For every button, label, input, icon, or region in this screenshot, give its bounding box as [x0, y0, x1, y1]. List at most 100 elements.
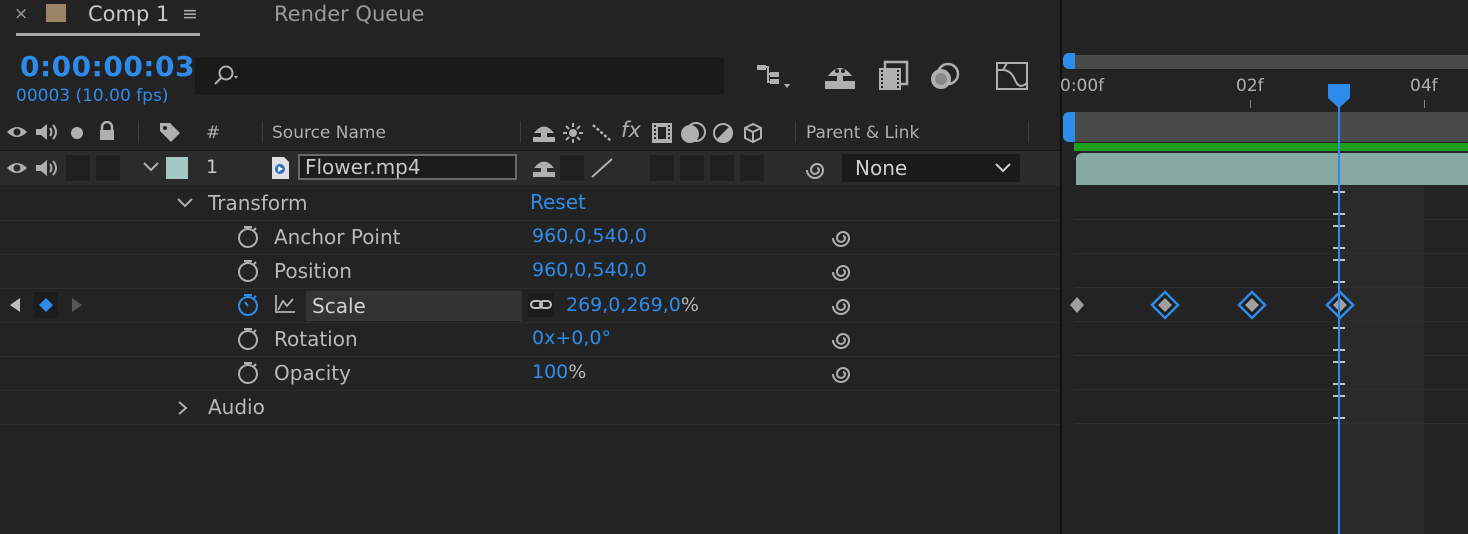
- tab-bar: × Comp 1 ≡ Render Queue: [0, 0, 1060, 38]
- column-number[interactable]: #: [206, 123, 220, 143]
- next-keyframe-arrow-icon[interactable]: [70, 297, 84, 313]
- timeline-row-divider: [1074, 389, 1468, 390]
- column-parent-link[interactable]: Parent & Link: [806, 123, 919, 143]
- quality-icon[interactable]: [591, 123, 613, 143]
- motion-blur-switch-icon[interactable]: [679, 122, 707, 144]
- property-label: Rotation: [274, 327, 358, 351]
- current-time-indicator-line[interactable]: [1338, 90, 1340, 534]
- parent-value: None: [855, 156, 908, 180]
- audio-chevron-right-icon[interactable]: [176, 400, 190, 416]
- video-visibility-icon[interactable]: [6, 124, 28, 140]
- layer-collapse-toggle[interactable]: [560, 155, 584, 181]
- property-row-opacity[interactable]: Opacity 100%: [0, 356, 1060, 391]
- property-value[interactable]: 100%: [532, 361, 586, 383]
- stopwatch-icon[interactable]: [236, 224, 260, 250]
- layer-clip-bar[interactable]: [1076, 153, 1468, 185]
- collapse-transform-icon[interactable]: [563, 123, 583, 143]
- audio-icon[interactable]: [34, 122, 60, 142]
- timeline-region-shade: [1340, 186, 1424, 534]
- property-value[interactable]: 0x+0,0°: [532, 327, 611, 349]
- tab-menu-icon[interactable]: ≡: [182, 3, 198, 25]
- layer-fx-toggle[interactable]: [650, 155, 674, 181]
- layer-frame-blend-toggle[interactable]: [680, 155, 704, 181]
- adjustment-layer-icon[interactable]: [712, 122, 734, 144]
- timeline-row-divider: [1074, 287, 1468, 288]
- property-label: Position: [274, 259, 352, 283]
- frame-blending-icon[interactable]: [876, 60, 910, 92]
- timeline-row-divider: [1074, 253, 1468, 254]
- audio-label[interactable]: Audio: [208, 395, 265, 419]
- expression-pick-whip-icon[interactable]: [830, 326, 856, 350]
- audio-group-row[interactable]: Audio: [0, 390, 1060, 425]
- chevron-down-icon[interactable]: [142, 160, 160, 174]
- property-row-position[interactable]: Position 960,0,540,0: [0, 254, 1060, 289]
- transform-chevron-down-icon[interactable]: [176, 196, 194, 210]
- ruler-label: 04f: [1410, 76, 1438, 96]
- property-row-rotation[interactable]: Rotation 0x+0,0°: [0, 322, 1060, 357]
- layer-motion-blur-toggle[interactable]: [710, 155, 734, 181]
- current-time-indicator-head[interactable]: [1327, 83, 1351, 109]
- stopwatch-icon[interactable]: [236, 360, 260, 386]
- stopwatch-active-icon[interactable]: [236, 292, 260, 318]
- tab-close-button[interactable]: ×: [14, 4, 28, 24]
- property-value[interactable]: 960,0,540,0: [532, 259, 647, 281]
- layer-audio-icon[interactable]: [34, 158, 60, 178]
- composition-flowchart-icon[interactable]: [756, 62, 792, 92]
- expression-pick-whip-icon[interactable]: [830, 292, 856, 316]
- graph-editor-icon[interactable]: [994, 60, 1030, 92]
- 3d-layer-icon[interactable]: [742, 122, 764, 144]
- lock-icon[interactable]: [98, 121, 116, 141]
- stopwatch-icon[interactable]: [236, 326, 260, 352]
- layer-lock-toggle[interactable]: [96, 155, 120, 181]
- expression-pick-whip-icon[interactable]: [830, 360, 856, 384]
- shy-switch-icon[interactable]: [532, 122, 556, 144]
- layer-3d-toggle[interactable]: [740, 155, 764, 181]
- work-area-start-handle[interactable]: [1063, 53, 1075, 69]
- property-row-anchor-point[interactable]: Anchor Point 960,0,540,0: [0, 220, 1060, 255]
- label-tag-icon[interactable]: [158, 121, 182, 143]
- stopwatch-icon[interactable]: [236, 258, 260, 284]
- layer-quality-icon[interactable]: [590, 157, 614, 179]
- layer-name[interactable]: Flower.mp4: [305, 155, 421, 179]
- shy-layers-icon[interactable]: [822, 62, 858, 92]
- layer-label-swatch[interactable]: [166, 157, 188, 179]
- search-input[interactable]: [195, 57, 724, 95]
- dropdown-chevron-icon[interactable]: [994, 162, 1012, 174]
- work-area-bar[interactable]: [1068, 55, 1468, 69]
- layer-in-handle[interactable]: [1063, 112, 1075, 142]
- expression-pick-whip-icon[interactable]: [830, 258, 856, 282]
- property-value[interactable]: 960,0,540,0: [532, 225, 647, 247]
- property-label: Scale: [312, 294, 366, 318]
- solo-icon[interactable]: [70, 126, 84, 140]
- motion-blur-icon[interactable]: [928, 60, 962, 92]
- layer-duration-bar-header[interactable]: [1074, 112, 1468, 142]
- effects-fx-icon[interactable]: fx: [621, 118, 641, 142]
- layer-video-visibility-icon[interactable]: [6, 160, 28, 176]
- add-keyframe-button[interactable]: [34, 292, 58, 318]
- transform-group-row[interactable]: Transform Reset: [0, 186, 1060, 221]
- current-time-display[interactable]: 0:00:00:03: [20, 50, 195, 83]
- expression-pick-whip-icon[interactable]: [830, 224, 856, 248]
- layer-solo-toggle[interactable]: [66, 155, 90, 181]
- prev-keyframe-arrow-icon[interactable]: [8, 297, 22, 313]
- keyframe-diamond[interactable]: [1069, 296, 1085, 314]
- timeline-row-divider: [1074, 355, 1468, 356]
- timeline-row-divider: [1074, 423, 1468, 424]
- timeline-row-divider: [1074, 219, 1468, 220]
- layer-row[interactable]: 1 Flower.mp4 None: [0, 151, 1060, 185]
- tab-comp-1[interactable]: Comp 1: [88, 2, 169, 26]
- transform-reset-link[interactable]: Reset: [530, 190, 586, 214]
- layer-shy-switch-icon[interactable]: [532, 157, 556, 179]
- property-row-scale[interactable]: Scale 269,0,269,0%: [0, 288, 1060, 323]
- constrain-proportions-link-icon[interactable]: [528, 293, 554, 317]
- keyframe-diamond[interactable]: [1149, 290, 1180, 320]
- ruler-tick: [1250, 100, 1251, 108]
- graph-icon[interactable]: [274, 294, 296, 314]
- tab-render-queue[interactable]: Render Queue: [274, 2, 424, 26]
- property-value[interactable]: 269,0,269,0%: [566, 294, 699, 316]
- column-source-name[interactable]: Source Name: [272, 123, 386, 143]
- transform-label[interactable]: Transform: [208, 191, 307, 215]
- keyframe-diamond[interactable]: [1237, 290, 1267, 320]
- parent-pick-whip-icon[interactable]: [804, 156, 830, 180]
- frame-blend-switch-icon[interactable]: [651, 122, 673, 144]
